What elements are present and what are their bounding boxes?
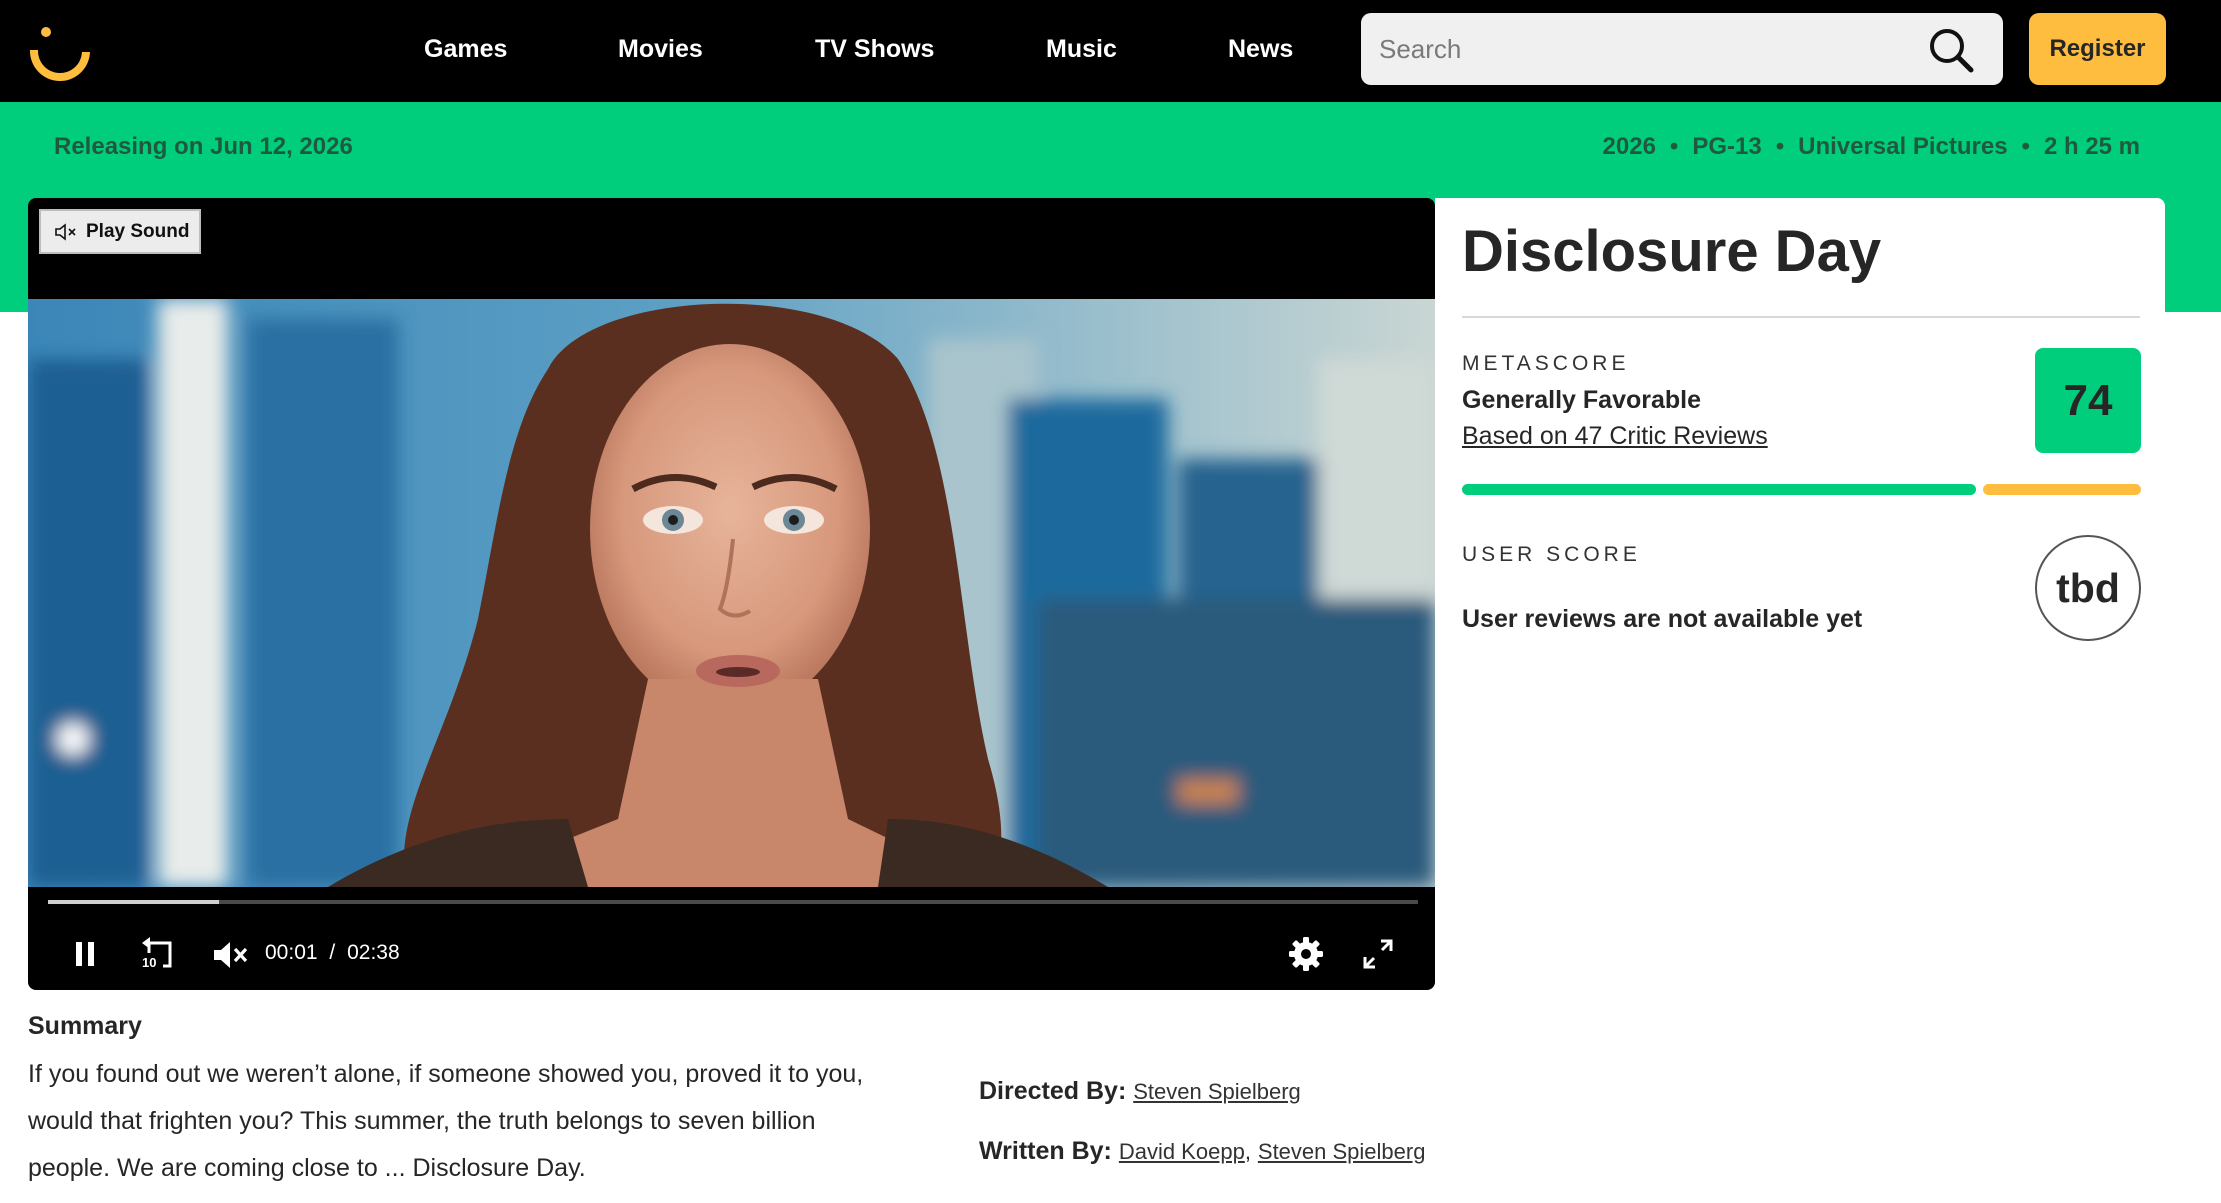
writer-link[interactable]: David Koepp (1119, 1139, 1245, 1164)
video-player[interactable]: Play Sound 10 00:01 / 02:38 (28, 198, 1435, 990)
metascore-verdict: Generally Favorable (1462, 386, 1702, 414)
top-nav: Games Movies TV Shows Music News Registe… (0, 0, 2221, 102)
current-time: 00:01 (265, 941, 318, 964)
writer-separator: , (1244, 1139, 1251, 1164)
separator-dot: • (1669, 133, 1679, 160)
user-score-note: User reviews are not available yet (1462, 605, 1863, 633)
mute-icon[interactable] (211, 939, 249, 971)
site-logo-icon[interactable] (24, 22, 96, 84)
time-separator: / (329, 941, 336, 964)
metascore-label: METASCORE (1462, 352, 1630, 375)
summary-line: If you found out we weren’t alone, if so… (28, 1060, 864, 1088)
director-link[interactable]: Steven Spielberg (1133, 1079, 1301, 1104)
search-box (1361, 13, 2003, 85)
directed-by: Directed By: Steven Spielberg (979, 1077, 1301, 1106)
pause-icon[interactable] (71, 939, 99, 969)
score-distribution-positive-bar (1462, 484, 1976, 495)
metascore-badge[interactable]: 74 (2035, 348, 2141, 453)
separator-dot: • (1775, 133, 1785, 160)
critic-reviews-link[interactable]: Based on 47 Critic Reviews (1462, 422, 1768, 451)
mpaa-rating: PG-13 (1692, 133, 1762, 160)
written-by: Written By: David Koepp, Steven Spielber… (979, 1137, 1425, 1166)
summary-line: people. We are coming close to ... Discl… (28, 1154, 586, 1182)
score-distribution-mixed-bar (1983, 484, 2141, 495)
nav-link-music[interactable]: Music (1046, 0, 1117, 98)
play-sound-button[interactable]: Play Sound (39, 209, 201, 254)
title-divider (1462, 316, 2140, 318)
muted-speaker-icon (55, 222, 76, 241)
directed-by-label: Directed By: (979, 1077, 1127, 1105)
summary-line: would that frighten you? This summer, th… (28, 1107, 816, 1135)
summary-heading: Summary (28, 1012, 142, 1040)
nav-link-movies[interactable]: Movies (618, 0, 703, 98)
nav-link-tv-shows[interactable]: TV Shows (815, 0, 934, 98)
movie-title: Disclosure Day (1462, 219, 1882, 284)
duration: 02:38 (347, 941, 400, 964)
settings-gear-icon[interactable] (1288, 936, 1324, 972)
writer-link[interactable]: Steven Spielberg (1258, 1139, 1426, 1164)
play-sound-label: Play Sound (86, 220, 190, 242)
fullscreen-icon[interactable] (1362, 938, 1394, 970)
search-icon[interactable] (1927, 27, 1975, 73)
register-button[interactable]: Register (2029, 13, 2166, 85)
search-input[interactable] (1361, 13, 1921, 85)
runtime: 2 h 25 m (2043, 133, 2140, 160)
user-score-label: USER SCORE (1462, 543, 1641, 566)
skip-back-button[interactable]: 10 (139, 935, 179, 975)
movie-meta-line: 2026 • PG-13 • Universal Pictures • 2 h 25 m (1603, 133, 2140, 161)
user-score-badge: tbd (2035, 535, 2141, 641)
time-display: 00:01 / 02:38 (265, 941, 400, 965)
written-by-label: Written By: (979, 1137, 1112, 1165)
studio-name: Universal Pictures (1798, 133, 2008, 160)
nav-link-news[interactable]: News (1228, 0, 1293, 98)
video-progress-bar[interactable] (48, 900, 1418, 904)
video-progress-fill (48, 900, 219, 904)
video-frame[interactable] (28, 299, 1435, 887)
separator-dot: • (2021, 133, 2030, 160)
release-year: 2026 (1602, 133, 1656, 160)
skip-back-seconds: 10 (142, 955, 157, 970)
release-date: Releasing on Jun 12, 2026 (54, 133, 353, 160)
nav-link-games[interactable]: Games (424, 0, 507, 98)
